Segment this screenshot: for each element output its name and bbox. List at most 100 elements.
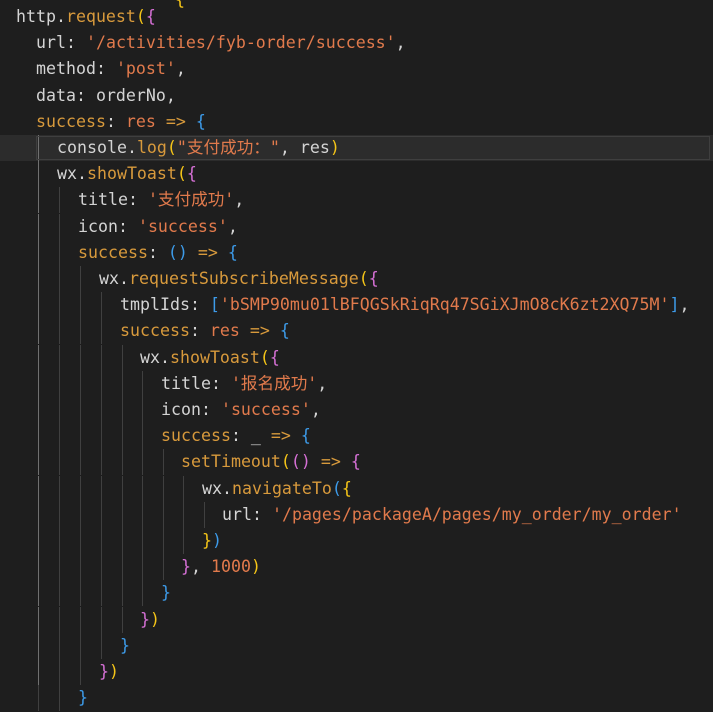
indent-guide xyxy=(80,449,81,476)
code-line[interactable]: success: _ => { xyxy=(0,423,713,450)
code-line[interactable]: }, 1000) xyxy=(0,554,713,581)
code-token: success xyxy=(120,321,190,341)
indent-guide xyxy=(38,449,39,476)
code-token: ( xyxy=(259,347,270,367)
code-line[interactable]: }) xyxy=(0,606,713,633)
indent-guide xyxy=(80,659,81,685)
code-line[interactable]: } xyxy=(0,685,713,712)
code-line[interactable]: title: '支付成功', xyxy=(0,187,713,214)
code-line[interactable]: success: res => { xyxy=(0,109,713,135)
code-token: } xyxy=(78,688,88,708)
code-line[interactable]: setTimeout(() => { xyxy=(0,449,713,476)
code-text: http.request({ xyxy=(16,4,156,30)
code-line[interactable]: success: () => { xyxy=(0,239,713,266)
code-line[interactable]: http.request({ xyxy=(0,4,713,30)
indent-guide xyxy=(59,318,60,345)
indent-guide xyxy=(38,606,39,633)
code-line[interactable]: console.log("支付成功：", res) xyxy=(0,135,713,161)
indent-guide xyxy=(122,397,123,423)
indent-guide xyxy=(59,659,60,685)
indent-guide xyxy=(59,187,60,214)
code-line[interactable]: wx.showToast({ xyxy=(0,161,713,188)
code-token: orderNo xyxy=(95,85,166,105)
indent-guide xyxy=(59,501,60,528)
indent-guide xyxy=(80,344,81,371)
code-token: , xyxy=(317,373,328,393)
indent-guide xyxy=(163,528,164,554)
code-line[interactable]: url: '/activities/fyb-order/success', xyxy=(0,30,713,56)
indent-guide xyxy=(142,528,143,554)
code-text: method: 'post', xyxy=(36,56,186,82)
code-token: ) xyxy=(250,557,261,577)
code-line[interactable]: url: '/pages/packageA/pages/my_order/my_… xyxy=(0,501,713,528)
indent-guide xyxy=(101,501,102,528)
code-text: url: '/activities/fyb-order/success', xyxy=(36,30,406,56)
code-text: }, 1000) xyxy=(181,554,261,580)
indent-guide xyxy=(101,318,102,345)
code-token: data xyxy=(36,85,76,105)
code-token: { xyxy=(269,347,280,367)
code-token: showToast xyxy=(169,347,260,367)
indent-guide xyxy=(38,292,39,319)
code-line[interactable]: icon: 'success', xyxy=(0,397,713,423)
indent-guide xyxy=(59,370,60,397)
indent-guide xyxy=(142,475,143,502)
code-token: => xyxy=(197,242,218,262)
indent-guide xyxy=(38,659,39,685)
indent-guide xyxy=(101,370,102,397)
code-token: : xyxy=(65,33,86,53)
code-text: success: () => { xyxy=(78,240,238,266)
indent-guide xyxy=(38,318,39,345)
code-line[interactable]: } xyxy=(0,632,713,659)
code-line[interactable]: tmplIds: ['bSMP90mu01lBFQGSkRiqRq47SGiXJ… xyxy=(0,292,713,319)
code-line[interactable]: icon: 'success', xyxy=(0,213,713,240)
code-text: }) xyxy=(99,659,119,685)
code-token: ( xyxy=(358,269,369,288)
code-line[interactable]: success: res => { xyxy=(0,318,713,345)
indent-guide xyxy=(80,475,81,502)
code-line[interactable]: }) xyxy=(0,659,713,685)
indent-guide xyxy=(38,501,39,528)
code-token: } xyxy=(161,583,171,603)
code-token: 'post' xyxy=(115,59,176,79)
code-text: icon: 'success', xyxy=(161,397,321,423)
code-editor[interactable]: { http.request({url: '/activities/fyb-or… xyxy=(0,0,713,712)
code-token: 1000 xyxy=(210,557,251,577)
code-token: () xyxy=(167,242,188,262)
code-token: . xyxy=(159,347,170,367)
indent-guide xyxy=(59,292,60,319)
code-line[interactable]: method: 'post', xyxy=(0,56,713,82)
indent-guide xyxy=(80,423,81,450)
code-line[interactable]: data: orderNo, xyxy=(0,83,713,109)
indent-guide xyxy=(80,318,81,345)
code-token: url xyxy=(222,504,252,524)
code-line[interactable]: } xyxy=(0,580,713,607)
indent-guide xyxy=(122,370,123,397)
code-token: "支付成功：" xyxy=(176,138,280,157)
indent-guide xyxy=(142,370,143,397)
indent-guide xyxy=(122,449,123,476)
code-token: ) xyxy=(329,138,340,157)
code-token: : xyxy=(95,59,116,79)
code-line[interactable]: }) xyxy=(0,528,713,554)
code-token: url xyxy=(36,33,66,53)
indent-guide xyxy=(101,423,102,450)
code-line[interactable]: wx.requestSubscribeMessage({ xyxy=(0,266,713,292)
code-line[interactable]: title: '报名成功', xyxy=(0,370,713,397)
indent-guide xyxy=(38,239,39,266)
code-token: { xyxy=(279,321,290,341)
code-token: => xyxy=(249,321,270,341)
code-token: : xyxy=(200,400,221,419)
code-token: : xyxy=(251,504,272,524)
indent-guide xyxy=(59,475,60,502)
indent-guide xyxy=(59,580,60,607)
code-line[interactable]: wx.showToast({ xyxy=(0,344,713,371)
code-token: icon xyxy=(78,216,118,236)
code-token: '/pages/packageA/pages/my_order/my_order… xyxy=(271,504,682,524)
code-line[interactable]: wx.navigateTo({ xyxy=(0,475,713,502)
